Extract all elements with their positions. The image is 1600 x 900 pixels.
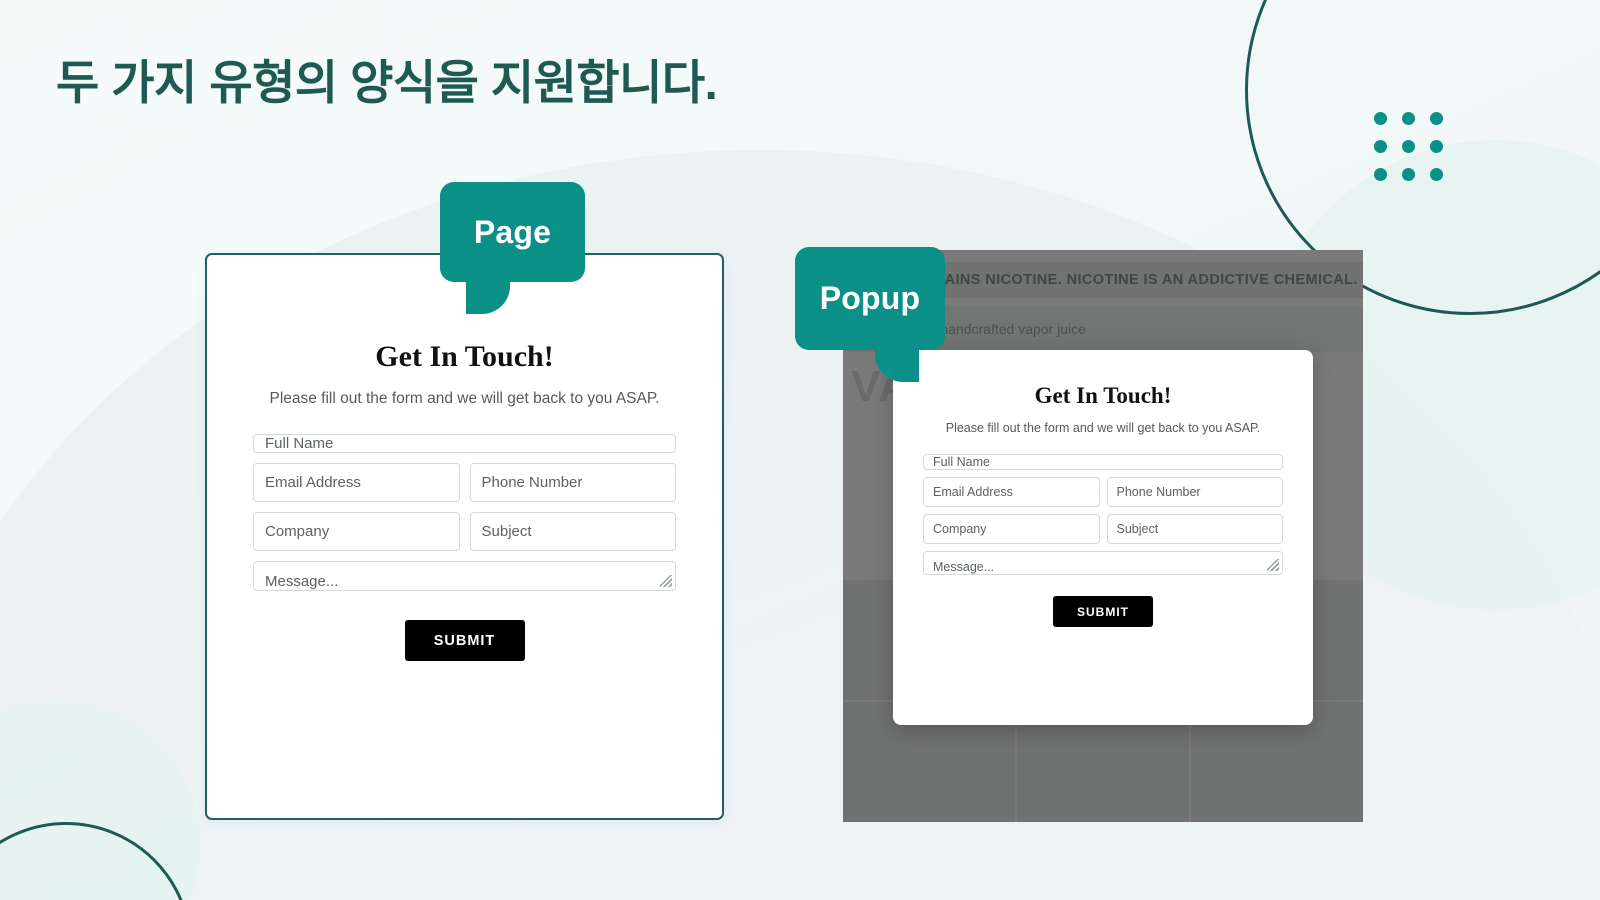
message-placeholder: Message... <box>265 573 339 590</box>
popup-company-input[interactable]: Company <box>923 514 1100 544</box>
popup-form-fields: Full Name Email Address Phone Number Com… <box>923 454 1283 575</box>
popup-label-text: Popup <box>819 280 921 316</box>
dot-grid-icon <box>1374 112 1443 181</box>
mint-circle-bottom-left <box>0 700 200 900</box>
email-input[interactable]: Email Address <box>253 463 460 502</box>
page-form-fields: Full Name Email Address Phone Number Com… <box>253 434 676 591</box>
page-label-text: Page <box>473 213 552 250</box>
popup-resize-handle-icon[interactable] <box>1267 559 1279 571</box>
page-form-row-contact: Email Address Phone Number <box>253 463 676 502</box>
popup-phone-input[interactable]: Phone Number <box>1106 477 1283 507</box>
page-form-subheading: Please fill out the form and we will get… <box>269 390 660 407</box>
popup-form-row-contact: Email Address Phone Number <box>923 477 1283 507</box>
popup-message-placeholder: Message... <box>933 560 995 574</box>
popup-full-name-input[interactable]: Full Name <box>923 454 1283 470</box>
popup-subject-input[interactable]: Subject <box>1106 514 1283 544</box>
popup-form-card: Get In Touch! Please fill out the form a… <box>893 350 1313 725</box>
popup-form-heading: Get In Touch! <box>1034 383 1172 408</box>
subject-input[interactable]: Subject <box>469 512 676 551</box>
phone-input[interactable]: Phone Number <box>469 463 676 502</box>
page-form-card: Get In Touch! Please fill out the form a… <box>205 253 724 820</box>
popup-form-row-company: Company Subject <box>923 514 1283 544</box>
message-textarea[interactable]: Message... <box>253 561 676 591</box>
popup-email-input[interactable]: Email Address <box>923 477 1100 507</box>
page-form-heading: Get In Touch! <box>375 340 554 373</box>
popup-form-subheading: Please fill out the form and we will get… <box>945 421 1261 435</box>
popup-submit-button[interactable]: SUBMIT <box>1053 596 1153 627</box>
page-form-row-company: Company Subject <box>253 512 676 551</box>
resize-handle-icon[interactable] <box>660 575 672 587</box>
outline-circle-bottom-left <box>0 822 192 900</box>
page-title: 두 가지 유형의 양식을 지원합니다. <box>56 56 718 109</box>
popup-label-bubble: Popup <box>795 247 945 382</box>
page-label-bubble: Page <box>440 182 585 314</box>
page-submit-button[interactable]: SUBMIT <box>404 620 525 661</box>
full-name-input[interactable]: Full Name <box>253 434 676 453</box>
company-input[interactable]: Company <box>253 512 460 551</box>
popup-message-textarea[interactable]: Message... <box>923 551 1283 575</box>
